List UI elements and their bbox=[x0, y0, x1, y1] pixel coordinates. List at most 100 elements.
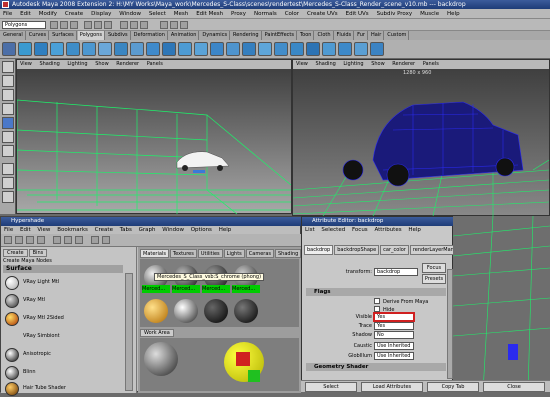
node-vray-mtl-2sided[interactable]: VRay Mtl 2Sided bbox=[5, 311, 125, 327]
globillum-select[interactable]: Use Inherited bbox=[374, 352, 414, 360]
menu-mesh[interactable]: Mesh bbox=[174, 11, 188, 17]
ae-menu-focus[interactable]: Focus bbox=[352, 227, 368, 233]
vp2-menu-view[interactable]: View bbox=[296, 61, 308, 67]
tab-materials[interactable]: Materials bbox=[140, 249, 169, 258]
ae-tab-backdropshape[interactable]: backdropShape bbox=[334, 245, 380, 255]
node-anisotropic[interactable]: Anisotropic bbox=[5, 347, 125, 363]
show-both-tabs-icon[interactable] bbox=[37, 236, 45, 244]
shelf-tab-dynamics[interactable]: Dynamics bbox=[200, 31, 231, 40]
manipulator-tool-icon[interactable] bbox=[2, 145, 14, 157]
poly-cube-icon[interactable] bbox=[18, 42, 32, 56]
scale-tool-icon[interactable] bbox=[2, 131, 14, 143]
menu-window[interactable]: Window bbox=[119, 11, 141, 17]
poly-reduce-icon[interactable] bbox=[338, 42, 352, 56]
lasso-tool-icon[interactable] bbox=[2, 75, 14, 87]
poly-boolean-icon[interactable] bbox=[258, 42, 272, 56]
vp-menu-shading[interactable]: Shading bbox=[39, 61, 59, 67]
persp-outliner-layout-icon[interactable] bbox=[2, 191, 14, 203]
ae-tab-car-color[interactable]: car_color bbox=[380, 245, 409, 255]
hs-menu-edit[interactable]: Edit bbox=[20, 227, 31, 233]
hs-menu-window[interactable]: Window bbox=[162, 227, 184, 233]
menu-help[interactable]: Help bbox=[447, 11, 460, 17]
ae-menu-list[interactable]: List bbox=[305, 227, 315, 233]
poly-uv-icon[interactable] bbox=[274, 42, 288, 56]
copy-tab-button[interactable]: Copy Tab bbox=[427, 382, 479, 392]
node-vray-mtl[interactable]: VRay Mtl bbox=[5, 293, 125, 309]
snap-curve-icon[interactable] bbox=[130, 21, 138, 29]
poly-split-icon[interactable] bbox=[194, 42, 208, 56]
hs-menu-help[interactable]: Help bbox=[219, 227, 232, 233]
material-node-icon[interactable] bbox=[144, 342, 178, 376]
tab-utilities[interactable]: Utilities bbox=[197, 249, 223, 258]
graph-input-icon[interactable] bbox=[53, 236, 61, 244]
vp-menu-renderer[interactable]: Renderer bbox=[116, 61, 139, 67]
tab-cameras[interactable]: Cameras bbox=[245, 249, 274, 258]
hs-menu-options[interactable]: Options bbox=[191, 227, 212, 233]
work-area[interactable] bbox=[140, 338, 299, 391]
visible-select[interactable]: Yes bbox=[373, 312, 415, 322]
poly-append-icon[interactable] bbox=[210, 42, 224, 56]
shelf-tab-hair[interactable]: Hair bbox=[368, 31, 385, 40]
poly-quadrangulate-icon[interactable] bbox=[322, 42, 336, 56]
mode-select[interactable]: Polygons bbox=[2, 21, 46, 29]
tab-lights[interactable]: Lights bbox=[223, 249, 245, 258]
poly-fill-hole-icon[interactable] bbox=[370, 42, 384, 56]
ae-menu-help[interactable]: Help bbox=[408, 227, 421, 233]
shadow-select[interactable]: No bbox=[374, 331, 414, 339]
material-swatch[interactable] bbox=[172, 297, 200, 327]
toggle-create-bar-icon[interactable] bbox=[4, 236, 12, 244]
paint-select-tool-icon[interactable] bbox=[2, 89, 14, 101]
hs-menu-view[interactable]: View bbox=[37, 227, 50, 233]
vp-menu-lighting[interactable]: Lighting bbox=[67, 61, 87, 67]
material-swatch[interactable] bbox=[232, 297, 260, 327]
node-vray-light-mtl[interactable]: VRay Light Mtl bbox=[5, 275, 125, 291]
hs-menu-create[interactable]: Create bbox=[95, 227, 113, 233]
vp2-menu-shading[interactable]: Shading bbox=[315, 61, 335, 67]
menu-select[interactable]: Select bbox=[149, 11, 166, 17]
close-button[interactable]: Close bbox=[483, 382, 545, 392]
shelf-tab-curves[interactable]: Curves bbox=[26, 31, 50, 40]
shelf-tab-fur[interactable]: Fur bbox=[355, 31, 368, 40]
vp2-menu-lighting[interactable]: Lighting bbox=[343, 61, 363, 67]
poly-extrude-icon[interactable] bbox=[130, 42, 144, 56]
tab-textures[interactable]: Textures bbox=[169, 249, 197, 258]
rearrange-graph-icon[interactable] bbox=[102, 236, 110, 244]
menu-file[interactable]: File bbox=[3, 11, 12, 17]
camera-viewport[interactable]: View Shading Lighting Show Renderer Pane… bbox=[292, 59, 550, 216]
derive-from-maya-checkbox[interactable] bbox=[374, 298, 380, 304]
menu-create-uvs[interactable]: Create UVs bbox=[307, 11, 338, 17]
menu-create[interactable]: Create bbox=[65, 11, 83, 17]
poly-combine-icon[interactable] bbox=[98, 42, 112, 56]
poly-separate-icon[interactable] bbox=[114, 42, 128, 56]
trace-select[interactable]: Yes bbox=[374, 322, 414, 330]
ae-menu-selected[interactable]: Selected bbox=[321, 227, 345, 233]
menu-edit-uvs[interactable]: Edit UVs bbox=[346, 11, 369, 17]
create-panel-scrollbar[interactable] bbox=[125, 273, 133, 391]
node-vray-simbiont[interactable]: VRay Simbiont bbox=[5, 329, 125, 345]
vp2-menu-renderer[interactable]: Renderer bbox=[392, 61, 415, 67]
node-hair-tube-shader[interactable]: Hair Tube Shader bbox=[5, 381, 125, 397]
shelf-tab-custom[interactable]: Custom bbox=[385, 31, 410, 40]
menu-edit[interactable]: Edit bbox=[20, 11, 31, 17]
shelf-tab-toon[interactable]: Toon bbox=[297, 31, 315, 40]
shelf-tab-subdivs[interactable]: Subdivs bbox=[106, 31, 131, 40]
hs-menu-file[interactable]: File bbox=[4, 227, 13, 233]
shelf-tab-rendering[interactable]: Rendering bbox=[231, 31, 262, 40]
render-icon[interactable] bbox=[160, 21, 168, 29]
vp2-menu-show[interactable]: Show bbox=[371, 61, 385, 67]
rotate-tool-icon[interactable] bbox=[2, 117, 14, 129]
tab-create[interactable]: Create bbox=[3, 249, 28, 257]
menu-muscle[interactable]: Muscle bbox=[420, 11, 439, 17]
vp-menu-view[interactable]: View bbox=[20, 61, 32, 67]
shelf-tab-painteffects[interactable]: PaintEffects bbox=[262, 31, 297, 40]
caustic-select[interactable]: Use Inherited bbox=[374, 342, 414, 350]
show-top-tabs-icon[interactable] bbox=[15, 236, 23, 244]
poly-smooth-icon[interactable] bbox=[178, 42, 192, 56]
create-maya-nodes-header[interactable]: Create Maya Nodes bbox=[3, 258, 123, 265]
menu-proxy[interactable]: Proxy bbox=[231, 11, 246, 17]
hs-menu-bookmarks[interactable]: Bookmarks bbox=[57, 227, 88, 233]
presets-button[interactable]: Presets bbox=[422, 274, 446, 284]
shelf-tab-general[interactable]: General bbox=[1, 31, 26, 40]
snap-grid-icon[interactable] bbox=[120, 21, 128, 29]
shelf-tab-surfaces[interactable]: Surfaces bbox=[50, 31, 77, 40]
